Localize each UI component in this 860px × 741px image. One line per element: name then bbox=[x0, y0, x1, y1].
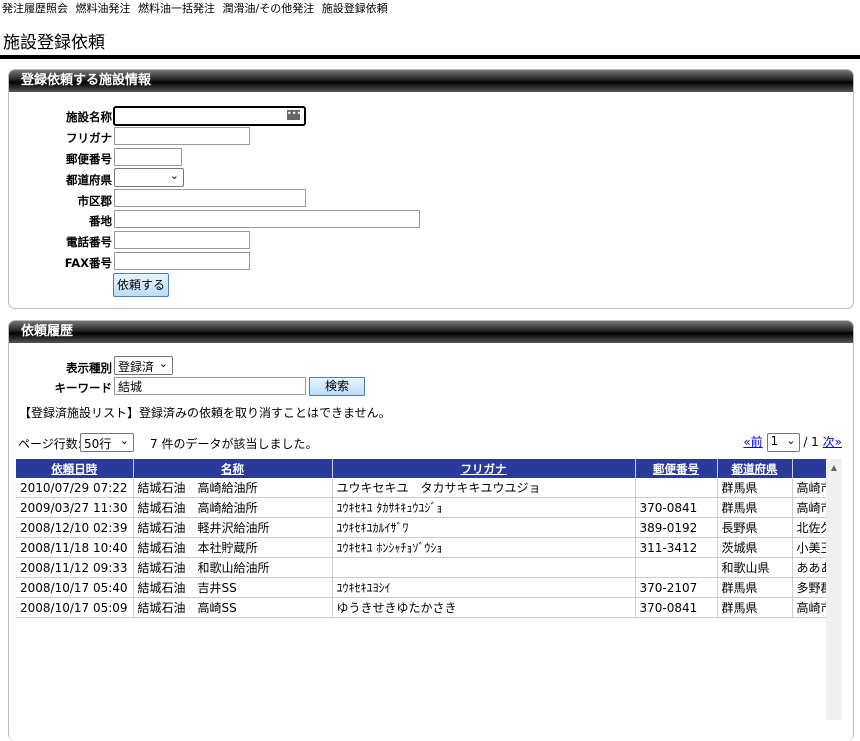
col-zip[interactable]: 郵便番号 bbox=[635, 459, 718, 478]
cell-prefecture: 群馬県 bbox=[717, 497, 793, 518]
cell-prefecture: 和歌山県 bbox=[717, 557, 793, 578]
cell-name: 結城石油 本社貯蔵所 bbox=[133, 537, 333, 558]
cell-kana: ゆうきせきゆたかさき bbox=[332, 597, 636, 618]
page-title: 施設登録依頼 bbox=[3, 33, 105, 53]
city-label: 市区郡 bbox=[77, 194, 113, 208]
col-request-datetime[interactable]: 依頼日時 bbox=[16, 459, 134, 478]
cell-datetime: 2008/11/12 09:33 bbox=[16, 557, 134, 578]
ellipsis-icon[interactable]: ••• bbox=[287, 110, 301, 120]
prefecture-select[interactable]: ⌄ bbox=[114, 168, 184, 187]
table-row[interactable]: 2009/03/27 11:30 結城石油 高崎給油所 ﾕｳｷｾｷﾕ ﾀｶｻｷｷ… bbox=[16, 497, 842, 518]
cell-datetime: 2009/03/27 11:30 bbox=[16, 497, 134, 518]
cell-name: 結城石油 吉井SS bbox=[133, 577, 333, 598]
pref-label: 都道府県 bbox=[66, 173, 112, 187]
next-page-link[interactable]: 次» bbox=[823, 435, 842, 449]
col-name[interactable]: 名称 bbox=[133, 459, 333, 478]
cell-prefecture: 群馬県 bbox=[717, 577, 793, 598]
cell-name: 結城石油 高崎SS bbox=[133, 597, 333, 618]
zip-label: 郵便番号 bbox=[66, 152, 112, 166]
cell-kana: ﾕｳｷｾｷﾕﾖｼｲ bbox=[332, 577, 636, 598]
top-navigation: 発注履歴照会 燃料油発注 燃料油一括発注 潤滑油/その他発注 施設登録依頼 bbox=[0, 0, 860, 20]
cell-name: 結城石油 和歌山給油所 bbox=[133, 557, 333, 578]
nav-lubricant-order[interactable]: 潤滑油/その他発注 bbox=[223, 2, 315, 15]
prev-page-link[interactable]: «前 bbox=[743, 435, 762, 449]
tel-label: 電話番号 bbox=[66, 235, 112, 249]
address-input[interactable] bbox=[114, 210, 420, 228]
cell-zip: 311-3412 bbox=[635, 537, 718, 558]
table-scrollbar[interactable]: ▲ bbox=[826, 459, 842, 720]
kana-input[interactable] bbox=[114, 127, 250, 145]
kana-label: フリガナ bbox=[66, 131, 112, 145]
total-pages: / 1 bbox=[803, 435, 819, 449]
cell-kana: ユウキセキユ タカサキキユウユジョ bbox=[332, 478, 636, 498]
col-kana[interactable]: フリガナ bbox=[332, 459, 636, 478]
table-header-row: 依頼日時 名称 フリガナ 郵便番号 都道府県 bbox=[16, 459, 842, 478]
name-label: 施設名称 bbox=[66, 110, 112, 124]
scroll-up-icon[interactable]: ▲ bbox=[826, 459, 842, 472]
cell-zip bbox=[635, 478, 718, 498]
table-row[interactable]: 2008/10/17 05:40 結城石油 吉井SS ﾕｳｷｾｷﾕﾖｼｲ 370… bbox=[16, 577, 842, 598]
cell-prefecture: 群馬県 bbox=[717, 478, 793, 498]
cell-name: 結城石油 軽井沢給油所 bbox=[133, 517, 333, 538]
nav-order-history[interactable]: 発注履歴照会 bbox=[2, 2, 68, 15]
title-divider bbox=[0, 55, 860, 59]
tel-input[interactable] bbox=[114, 231, 250, 249]
table-row[interactable]: 2008/11/18 10:40 結城石油 本社貯蔵所 ﾕｳｷｾｷﾕ ﾎﾝｼｬﾁ… bbox=[16, 537, 842, 558]
cell-zip: 370-0841 bbox=[635, 497, 718, 518]
search-button[interactable]: 検索 bbox=[309, 377, 365, 396]
table-row[interactable]: 2010/07/29 07:22 結城石油 高崎給油所 ユウキセキユ タカサキキ… bbox=[16, 478, 842, 498]
cell-kana: ﾕｳｷｾｷﾕ ﾀｶｻｷｷｭｳﾕｼﾞｮ bbox=[332, 497, 636, 518]
cell-zip: 389-0192 bbox=[635, 517, 718, 538]
pagination: «前 1 ⌄ / 1 次» bbox=[743, 433, 842, 452]
table-row[interactable]: 2008/11/12 09:33 結城石油 和歌山給油所 和歌山県 あああ bbox=[16, 557, 842, 578]
display-type-select[interactable]: 登録済 ⌄ bbox=[114, 356, 173, 375]
cell-kana: ﾕｳｷｾｷﾕ ﾎﾝｼｬﾁｮｿﾞｳｼｮ bbox=[332, 537, 636, 558]
facility-name-input[interactable]: ••• bbox=[113, 106, 306, 126]
cell-datetime: 2008/11/18 10:40 bbox=[16, 537, 134, 558]
register-panel-title: 登録依頼する施設情報 bbox=[9, 70, 853, 92]
keyword-input[interactable]: 結城 bbox=[114, 377, 306, 395]
chevron-down-icon: ⌄ bbox=[786, 434, 796, 447]
nav-fuel-bulk-order[interactable]: 燃料油一括発注 bbox=[138, 2, 215, 15]
fax-input[interactable] bbox=[114, 252, 250, 270]
cell-kana: ﾕｳｷｾｷﾕｶﾙｲｻﾞﾜ bbox=[332, 517, 636, 538]
cell-datetime: 2010/07/29 07:22 bbox=[16, 478, 134, 498]
cell-zip bbox=[635, 557, 718, 578]
cell-zip: 370-0841 bbox=[635, 597, 718, 618]
zip-input[interactable] bbox=[114, 148, 182, 166]
address-label: 番地 bbox=[89, 214, 112, 228]
history-table: 依頼日時 名称 フリガナ 郵便番号 都道府県 2010/07/29 07:22 … bbox=[16, 459, 842, 618]
cell-name: 結城石油 高崎給油所 bbox=[133, 497, 333, 518]
chevron-down-icon: ⌄ bbox=[158, 357, 168, 370]
table-row[interactable]: 2008/10/17 05:09 結城石油 高崎SS ゆうきせきゆたかさき 37… bbox=[16, 597, 842, 618]
notice-text: 【登録済施設リスト】登録済みの依頼を取り消すことはできません。 bbox=[19, 406, 391, 420]
chevron-down-icon: ⌄ bbox=[169, 169, 179, 182]
submit-request-button[interactable]: 依頼する bbox=[113, 273, 169, 297]
keyword-label: キーワード bbox=[54, 381, 113, 395]
table-row[interactable]: 2008/12/10 02:39 結城石油 軽井沢給油所 ﾕｳｷｾｷﾕｶﾙｲｻﾞ… bbox=[16, 517, 842, 538]
cell-datetime: 2008/12/10 02:39 bbox=[16, 517, 134, 538]
cell-datetime: 2008/10/17 05:40 bbox=[16, 577, 134, 598]
page-number-select[interactable]: 1 ⌄ bbox=[766, 433, 800, 452]
result-count-text: 7 件のデータが該当しました。 bbox=[150, 437, 318, 451]
cell-kana bbox=[332, 557, 636, 578]
city-input[interactable] bbox=[114, 189, 306, 207]
chevron-down-icon: ⌄ bbox=[119, 434, 129, 447]
nav-fuel-order[interactable]: 燃料油発注 bbox=[76, 2, 131, 15]
cell-prefecture: 群馬県 bbox=[717, 597, 793, 618]
cell-datetime: 2008/10/17 05:09 bbox=[16, 597, 134, 618]
cell-prefecture: 長野県 bbox=[717, 517, 793, 538]
page-rows-select[interactable]: 50行 ⌄ bbox=[80, 433, 134, 452]
cell-zip: 370-2107 bbox=[635, 577, 718, 598]
page-rows-label: ページ行数: bbox=[18, 437, 82, 451]
type-label: 表示種別 bbox=[66, 361, 112, 375]
col-prefecture[interactable]: 都道府県 bbox=[717, 459, 793, 478]
history-panel-title: 依頼履歴 bbox=[9, 321, 853, 343]
nav-facility-registration[interactable]: 施設登録依頼 bbox=[322, 2, 388, 15]
cell-prefecture: 茨城県 bbox=[717, 537, 793, 558]
cell-name: 結城石油 高崎給油所 bbox=[133, 478, 333, 498]
fax-label: FAX番号 bbox=[64, 256, 112, 270]
